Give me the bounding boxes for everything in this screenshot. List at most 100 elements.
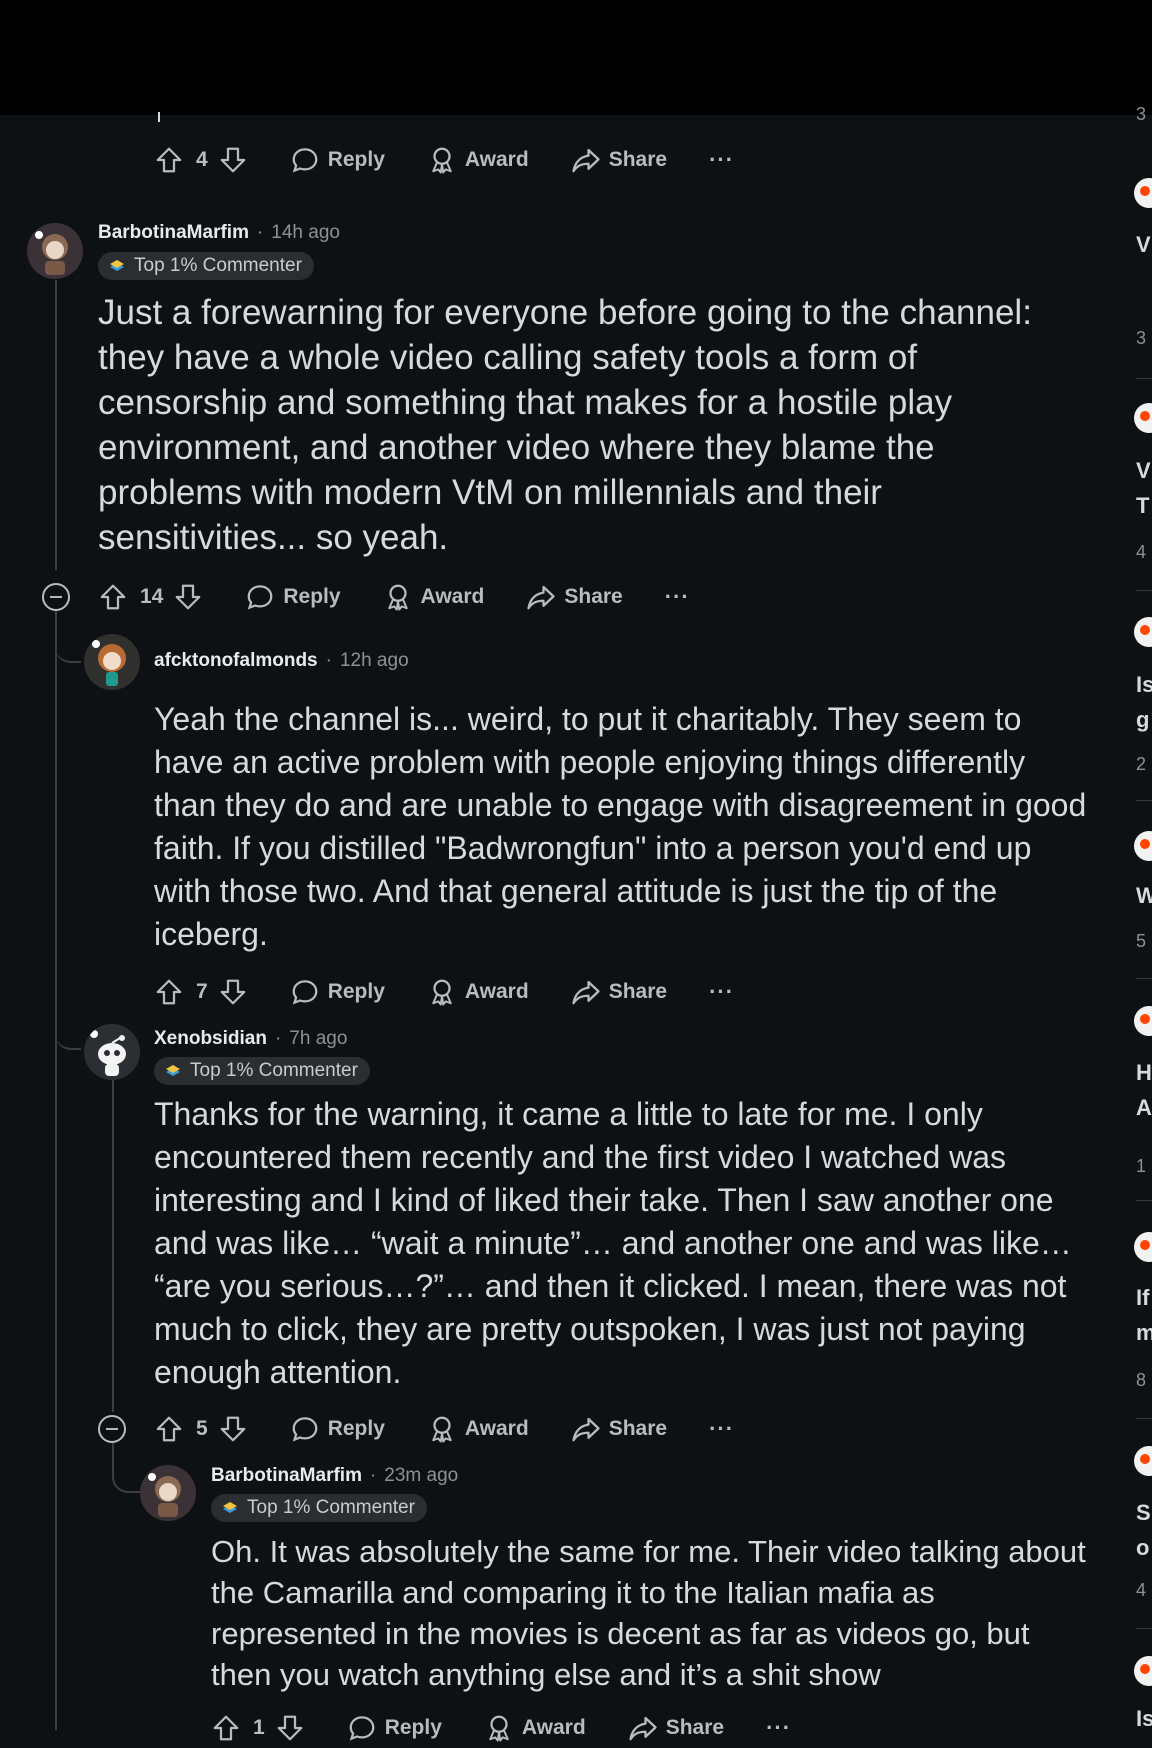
- vote-count: 4: [196, 148, 208, 171]
- vote-count: 14: [140, 585, 164, 608]
- vote-control: 5: [154, 1414, 248, 1444]
- reply-button[interactable]: Reply: [290, 145, 385, 175]
- upvote-icon[interactable]: [211, 1713, 241, 1743]
- award-button[interactable]: Award: [427, 145, 529, 175]
- reply-icon: [292, 1417, 318, 1442]
- sidebar-fragment[interactable]: m: [1136, 1320, 1152, 1346]
- downvote-icon[interactable]: [218, 1414, 248, 1444]
- share-icon: [527, 585, 555, 610]
- sidebar-fragment[interactable]: S: [1136, 1500, 1151, 1526]
- timestamp: 7h ago: [289, 1028, 348, 1049]
- downvote-icon[interactable]: [218, 145, 248, 175]
- sidebar-fragment[interactable]: V: [1136, 232, 1151, 258]
- avatar[interactable]: [84, 1024, 140, 1080]
- sidebar-avatar[interactable]: [1134, 1656, 1152, 1686]
- reply-label: Reply: [384, 1716, 442, 1739]
- sidebar-avatar[interactable]: [1134, 1232, 1152, 1262]
- downvote-icon[interactable]: [218, 977, 248, 1007]
- downvote-icon[interactable]: [173, 582, 203, 612]
- award-button[interactable]: Award: [427, 977, 529, 1007]
- sidebar-avatar[interactable]: [1134, 403, 1152, 433]
- vote-count: 7: [196, 980, 208, 1003]
- sidebar-divider: [1136, 1200, 1152, 1201]
- text-fragment: [158, 112, 160, 122]
- sidebar-fragment[interactable]: g: [1136, 707, 1149, 733]
- badge-label: Top 1% Commenter: [134, 255, 302, 276]
- sidebar-avatar[interactable]: [1134, 617, 1152, 647]
- thread-elbow: [55, 611, 81, 663]
- comment-body: Yeah the channel is... weird, to put it …: [154, 701, 1087, 952]
- reply-icon: [349, 1716, 375, 1741]
- sidebar-fragment[interactable]: W: [1136, 883, 1152, 909]
- collapse-thread-button[interactable]: [42, 583, 70, 611]
- avatar[interactable]: [84, 634, 140, 690]
- share-icon: [572, 980, 600, 1005]
- share-button[interactable]: Share: [571, 977, 667, 1007]
- sidebar-fragment: 2: [1136, 754, 1147, 774]
- status-bar: [0, 0, 1152, 115]
- award-icon: [432, 979, 452, 1006]
- award-label: Award: [464, 980, 529, 1003]
- avatar[interactable]: [140, 1465, 196, 1521]
- more-options-button[interactable]: ···: [709, 147, 734, 173]
- sidebar-fragment[interactable]: o: [1136, 1535, 1149, 1561]
- downvote-icon[interactable]: [275, 1713, 305, 1743]
- thread-line: [55, 611, 57, 1730]
- reply-button[interactable]: Reply: [290, 1414, 385, 1444]
- reply-button[interactable]: Reply: [245, 582, 341, 612]
- share-button[interactable]: Share: [526, 582, 623, 612]
- sidebar-avatar[interactable]: [1134, 1006, 1152, 1036]
- sidebar-fragment[interactable]: V: [1136, 458, 1151, 484]
- separator-dot: ·: [369, 1465, 377, 1486]
- sidebar-fragment: 5: [1136, 931, 1147, 951]
- sidebar-fragment[interactable]: Is: [1136, 1706, 1152, 1732]
- upvote-icon[interactable]: [154, 145, 184, 175]
- comment-meta: BarbotinaMarfim · 14h ago: [98, 222, 340, 244]
- upvote-icon[interactable]: [98, 582, 128, 612]
- share-icon: [629, 1716, 657, 1741]
- sidebar-divider: [1136, 1628, 1152, 1629]
- comment-actions: 14 Reply Award Share ···: [98, 577, 690, 617]
- comment-actions: 5 Reply Award Share ···: [154, 1409, 734, 1449]
- reply-button[interactable]: Reply: [347, 1713, 442, 1743]
- username[interactable]: BarbotinaMarfim: [98, 222, 249, 244]
- share-button[interactable]: Share: [571, 1414, 667, 1444]
- avatar[interactable]: [27, 223, 83, 279]
- upvote-icon[interactable]: [154, 1414, 184, 1444]
- award-label: Award: [464, 148, 529, 171]
- sidebar-fragment[interactable]: Is: [1136, 672, 1152, 698]
- avatar-image: [140, 1465, 196, 1521]
- comment-actions: 4 Reply Award Share ···: [154, 140, 734, 180]
- sidebar-avatar[interactable]: [1134, 178, 1152, 208]
- sidebar-avatar[interactable]: [1134, 1446, 1152, 1476]
- upvote-icon[interactable]: [154, 977, 184, 1007]
- reply-label: Reply: [327, 980, 385, 1003]
- thread-elbow: [112, 1443, 140, 1493]
- share-button[interactable]: Share: [571, 145, 667, 175]
- share-label: Share: [608, 980, 668, 1003]
- username[interactable]: Xenobsidian: [154, 1028, 267, 1050]
- share-button[interactable]: Share: [628, 1713, 724, 1743]
- sidebar-fragment[interactable]: T: [1136, 493, 1149, 519]
- award-icon: [432, 1416, 452, 1443]
- more-options-button[interactable]: ···: [709, 1416, 734, 1442]
- more-options-button[interactable]: ···: [766, 1715, 791, 1741]
- award-button[interactable]: Award: [383, 582, 484, 612]
- award-button[interactable]: Award: [484, 1713, 586, 1743]
- sidebar-fragment[interactable]: A: [1136, 1095, 1152, 1121]
- username[interactable]: BarbotinaMarfim: [211, 1465, 362, 1487]
- username[interactable]: afcktonofalmonds: [154, 650, 318, 672]
- collapse-thread-button[interactable]: [98, 1415, 126, 1443]
- more-options-button[interactable]: ···: [665, 584, 690, 610]
- reply-button[interactable]: Reply: [290, 977, 385, 1007]
- sidebar-fragment[interactable]: H: [1136, 1060, 1152, 1086]
- commenter-badge-icon: [166, 1065, 180, 1076]
- more-options-button[interactable]: ···: [709, 979, 734, 1005]
- sidebar-fragment: 1: [1136, 1156, 1147, 1176]
- award-button[interactable]: Award: [427, 1414, 529, 1444]
- sidebar-avatar[interactable]: [1134, 831, 1152, 861]
- share-icon: [572, 1417, 600, 1442]
- sidebar-divider: [1136, 800, 1152, 801]
- award-icon: [387, 584, 408, 611]
- sidebar-fragment[interactable]: If: [1136, 1285, 1149, 1311]
